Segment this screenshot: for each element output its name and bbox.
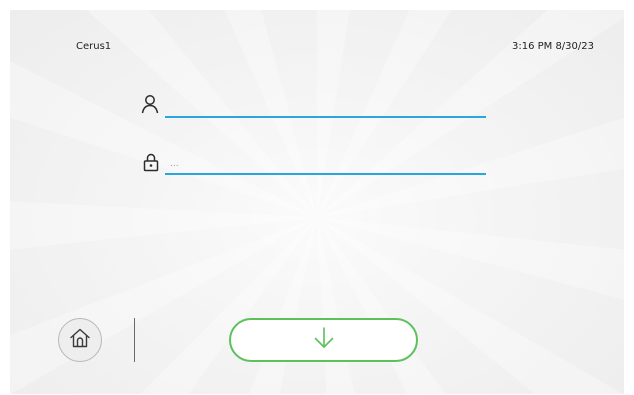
user-icon bbox=[141, 94, 159, 114]
username-field[interactable] bbox=[165, 98, 486, 118]
divider bbox=[134, 318, 135, 362]
password-field[interactable] bbox=[165, 155, 486, 175]
login-button[interactable] bbox=[229, 318, 418, 362]
arrow-down-icon bbox=[311, 325, 337, 355]
datetime: 3:16 PM 8/30/23 bbox=[511, 41, 594, 52]
home-button[interactable] bbox=[58, 318, 102, 362]
lock-icon bbox=[143, 152, 161, 172]
device-name: Cerus1 bbox=[76, 41, 112, 52]
app-window: Cerus1 3:16 PM 8/30/23 bbox=[0, 0, 634, 395]
home-icon bbox=[68, 326, 92, 354]
login-screen: Cerus1 3:16 PM 8/30/23 bbox=[10, 10, 624, 394]
